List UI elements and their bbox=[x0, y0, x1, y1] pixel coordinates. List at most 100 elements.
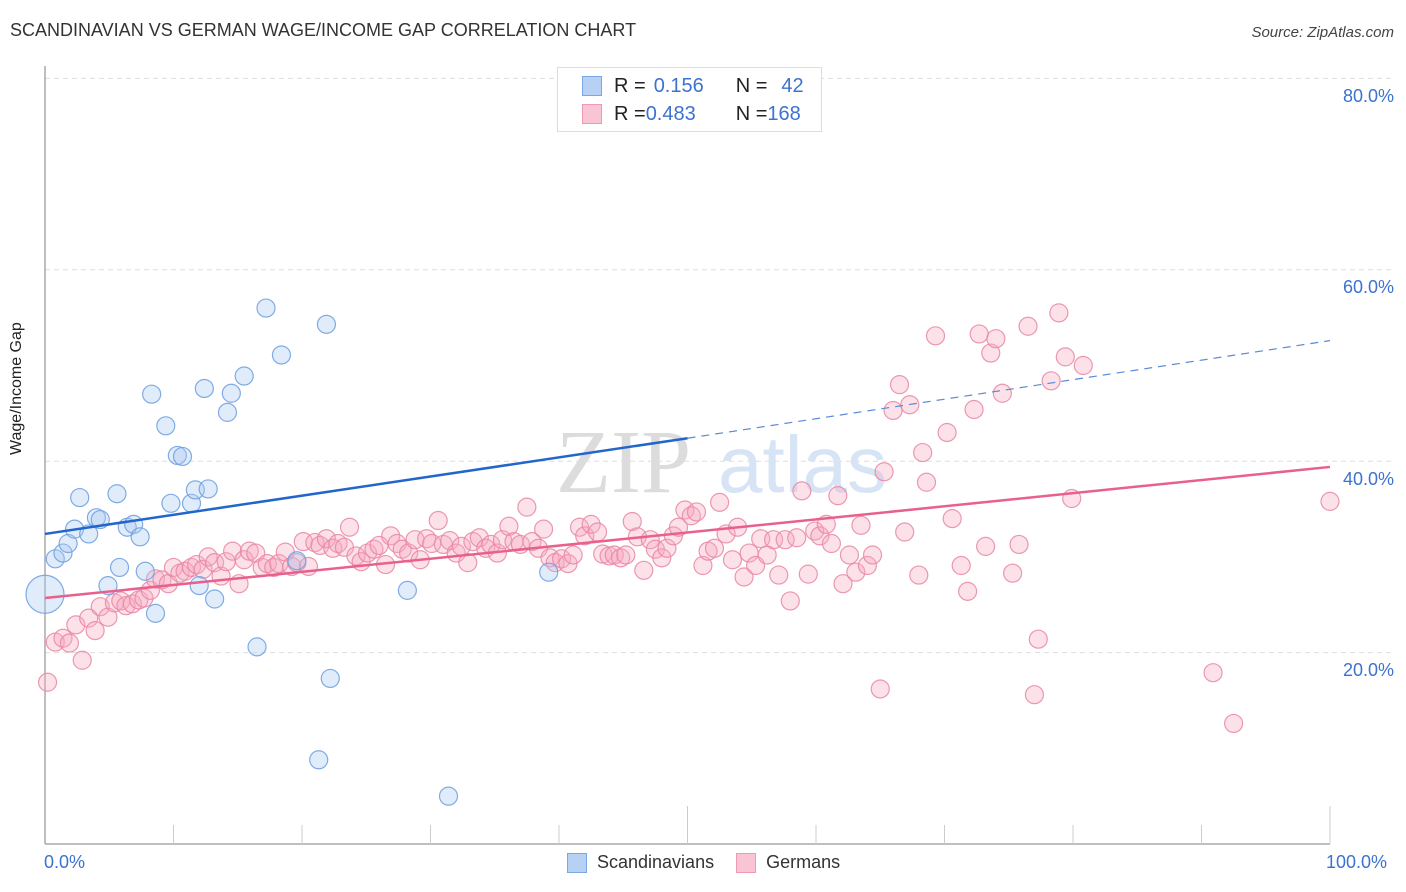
data-point bbox=[986, 329, 1006, 349]
n-label: N = bbox=[735, 102, 768, 125]
scandinavians-swatch bbox=[582, 76, 602, 96]
r-label: R = bbox=[614, 74, 646, 97]
data-point bbox=[942, 509, 962, 529]
data-point bbox=[798, 564, 818, 584]
data-point bbox=[145, 603, 166, 623]
data-point bbox=[309, 750, 329, 770]
r-value: 0.156 bbox=[653, 74, 704, 97]
data-point bbox=[1073, 355, 1093, 376]
data-point bbox=[109, 557, 130, 578]
data-point bbox=[1003, 563, 1023, 583]
data-point bbox=[234, 366, 254, 386]
data-point bbox=[256, 298, 276, 318]
data-point bbox=[59, 633, 80, 653]
data-point bbox=[438, 786, 459, 806]
data-point bbox=[135, 561, 155, 581]
data-point bbox=[198, 479, 218, 499]
data-point bbox=[1024, 685, 1045, 705]
germans-swatch bbox=[736, 852, 757, 873]
germans-points bbox=[37, 303, 1340, 734]
y-tick-label: 20.0% bbox=[1342, 660, 1394, 680]
data-point bbox=[587, 522, 608, 542]
data-point bbox=[958, 581, 978, 601]
series-legend: Scandinavians Germans bbox=[567, 852, 862, 873]
data-point bbox=[130, 527, 150, 547]
data-point bbox=[37, 672, 58, 692]
data-point bbox=[780, 591, 800, 611]
data-point bbox=[916, 472, 937, 492]
watermark-zip: ZIP bbox=[556, 413, 691, 512]
x-tick-label: 100.0% bbox=[1326, 852, 1388, 872]
r-label: R = bbox=[614, 102, 646, 125]
data-point bbox=[1224, 713, 1244, 734]
scandinavians-points bbox=[25, 83, 612, 806]
data-point bbox=[992, 383, 1012, 403]
stats-row-scandinavians: R = 0.156 N = 42 bbox=[582, 74, 804, 98]
data-point bbox=[883, 400, 903, 421]
data-point bbox=[686, 502, 707, 522]
data-point bbox=[156, 416, 176, 436]
data-point bbox=[247, 637, 267, 657]
stats-row-germans: R = 0.483 N = 168 bbox=[582, 102, 801, 126]
data-point bbox=[517, 497, 537, 517]
data-point bbox=[287, 551, 307, 571]
legend-item-germans[interactable]: Germans bbox=[736, 852, 840, 873]
data-point bbox=[194, 378, 214, 399]
data-point bbox=[1028, 629, 1048, 649]
data-point bbox=[862, 545, 883, 565]
data-point bbox=[964, 399, 984, 420]
data-point bbox=[951, 555, 971, 576]
legend-item-scandinavians[interactable]: Scandinavians bbox=[567, 852, 714, 873]
data-point bbox=[839, 545, 860, 565]
n-value: 168 bbox=[767, 102, 801, 125]
data-point bbox=[769, 565, 789, 585]
data-point bbox=[428, 510, 448, 531]
stats-legend: R = 0.156 N = 42 R = 0.483 N = 168 bbox=[557, 67, 822, 132]
r-value: 0.483 bbox=[645, 102, 696, 125]
data-point bbox=[1041, 371, 1061, 391]
legend-label: Scandinavians bbox=[597, 852, 715, 872]
y-tick-label: 80.0% bbox=[1342, 86, 1394, 106]
data-point bbox=[634, 560, 654, 580]
data-point bbox=[828, 486, 848, 506]
data-point bbox=[271, 345, 292, 365]
y-tick-label: 40.0% bbox=[1342, 469, 1394, 489]
germans-swatch bbox=[582, 104, 602, 124]
data-point bbox=[189, 576, 209, 596]
data-point bbox=[142, 384, 162, 404]
data-point bbox=[792, 481, 812, 501]
data-point bbox=[874, 462, 894, 482]
data-point bbox=[616, 545, 636, 565]
data-point bbox=[72, 650, 92, 670]
data-point bbox=[1203, 663, 1223, 683]
data-point bbox=[710, 492, 730, 512]
data-point bbox=[704, 538, 725, 558]
data-point bbox=[70, 487, 90, 508]
data-point bbox=[320, 668, 340, 689]
data-point bbox=[976, 536, 996, 556]
data-point bbox=[221, 383, 241, 403]
y-tick-label: 60.0% bbox=[1342, 277, 1394, 297]
data-point bbox=[339, 517, 360, 537]
data-point bbox=[925, 326, 946, 346]
data-point bbox=[107, 484, 127, 504]
data-point bbox=[851, 515, 871, 535]
data-point bbox=[895, 522, 915, 542]
data-point bbox=[969, 324, 989, 344]
legend-label: Germans bbox=[766, 852, 841, 872]
data-point bbox=[787, 528, 807, 548]
data-point bbox=[722, 550, 743, 570]
scandinavians-swatch bbox=[567, 852, 587, 873]
data-point bbox=[316, 314, 337, 334]
data-point bbox=[563, 545, 583, 565]
data-point bbox=[161, 493, 181, 513]
data-point bbox=[1018, 316, 1038, 336]
data-point bbox=[25, 574, 65, 614]
data-point bbox=[909, 565, 929, 585]
data-point bbox=[870, 679, 890, 699]
data-point bbox=[937, 422, 957, 443]
data-point bbox=[85, 620, 105, 641]
data-point bbox=[539, 562, 559, 582]
n-value: 42 bbox=[781, 74, 804, 97]
data-point bbox=[205, 589, 225, 609]
